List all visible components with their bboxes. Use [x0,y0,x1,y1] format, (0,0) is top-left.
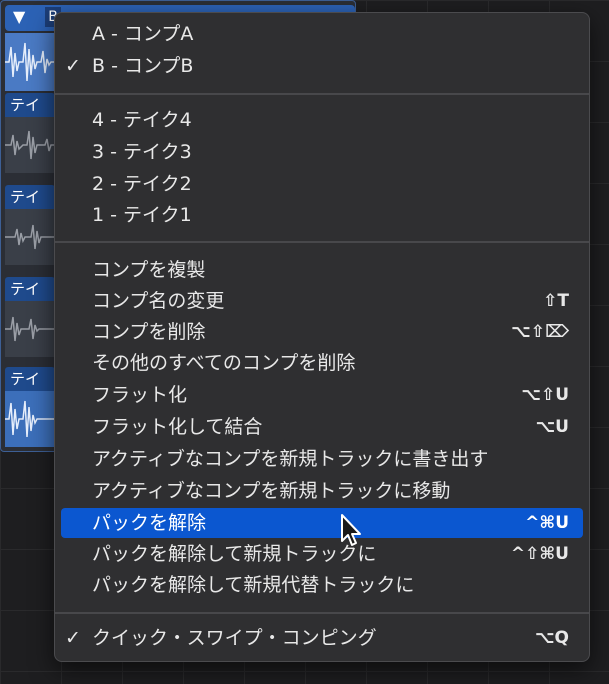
menu-item-take-1[interactable]: 1 - テイク1 [61,200,583,230]
take-folder-context-menu: A - コンプA ✓ B - コンプB 4 - テイク4 3 - テイク3 2 … [54,12,590,662]
menu-separator [55,241,589,243]
menu-item-unpack[interactable]: パックを解除 ^⌘U [61,508,583,538]
checkmark-icon: ✓ [65,55,81,77]
menu-item-unpack-to-new-alternatives[interactable]: パックを解除して新規代替トラックに [61,570,583,600]
menu-item-take-2[interactable]: 2 - テイク2 [61,169,583,199]
menu-item-export-active-comp[interactable]: アクティブなコンプを新規トラックに書き出す [61,444,583,474]
take-lane-3[interactable]: テイ [5,185,55,269]
menu-item-flatten[interactable]: フラット化 ⌥⇧U [61,380,583,410]
waveform-icon [5,316,55,342]
menu-item-delete-comp[interactable]: コンプを削除 ⌥⇧⌦ [61,317,583,347]
shortcut-label: ^⇧⌘U [510,544,569,564]
menu-item-comp-b[interactable]: ✓ B - コンプB [61,51,583,81]
menu-item-unpack-to-new-tracks[interactable]: パックを解除して新規トラックに ^⇧⌘U [61,539,583,569]
take-label[interactable]: テイ [5,367,55,391]
shortcut-label: ^⌘U [525,513,569,533]
take-label[interactable]: テイ [5,93,55,117]
waveform-icon [5,130,55,160]
menu-item-take-4[interactable]: 4 - テイク4 [61,105,583,135]
take-label[interactable]: テイ [5,185,55,209]
mouse-pointer-icon [341,514,361,546]
menu-item-duplicate-comp[interactable]: コンプを複製 [61,255,583,285]
menu-item-take-3[interactable]: 3 - テイク3 [61,137,583,167]
take-lane-4[interactable]: テイ [5,93,55,177]
menu-item-quick-swipe-comping[interactable]: ✓ クイック・スワイプ・コンピング ⌥Q [61,623,583,653]
take-waveform[interactable] [5,391,55,447]
take-waveform[interactable] [5,301,55,357]
disclosure-triangle-icon[interactable]: ▼ [13,7,25,26]
shortcut-label: ⌥U [535,417,569,437]
shortcut-label: ⌥⇧U [521,385,569,405]
menu-separator [55,612,589,614]
take-waveform[interactable] [5,209,55,265]
checkmark-icon: ✓ [65,627,81,649]
menu-item-rename-comp[interactable]: コンプ名の変更 ⇧T [61,286,583,316]
menu-separator [55,93,589,95]
take-waveform[interactable] [5,117,55,173]
menu-item-delete-all-other-comps[interactable]: その他のすべてのコンプを削除 [61,348,583,378]
waveform-icon [5,400,55,438]
menu-item-move-active-comp[interactable]: アクティブなコンプを新規トラックに移動 [61,476,583,506]
shortcut-label: ⌥⇧⌦ [511,322,569,342]
menu-item-comp-a[interactable]: A - コンプA [61,19,583,49]
menu-item-flatten-and-merge[interactable]: フラット化して結合 ⌥U [61,412,583,442]
waveform-icon [5,224,55,250]
take-lane-1[interactable]: テイ [5,367,55,451]
waveform-icon [5,42,55,82]
comp-waveform[interactable] [5,33,55,91]
shortcut-label: ⇧T [543,291,569,311]
take-lane-2[interactable]: テイ [5,277,55,361]
shortcut-label: ⌥Q [534,628,569,648]
take-label[interactable]: テイ [5,277,55,301]
